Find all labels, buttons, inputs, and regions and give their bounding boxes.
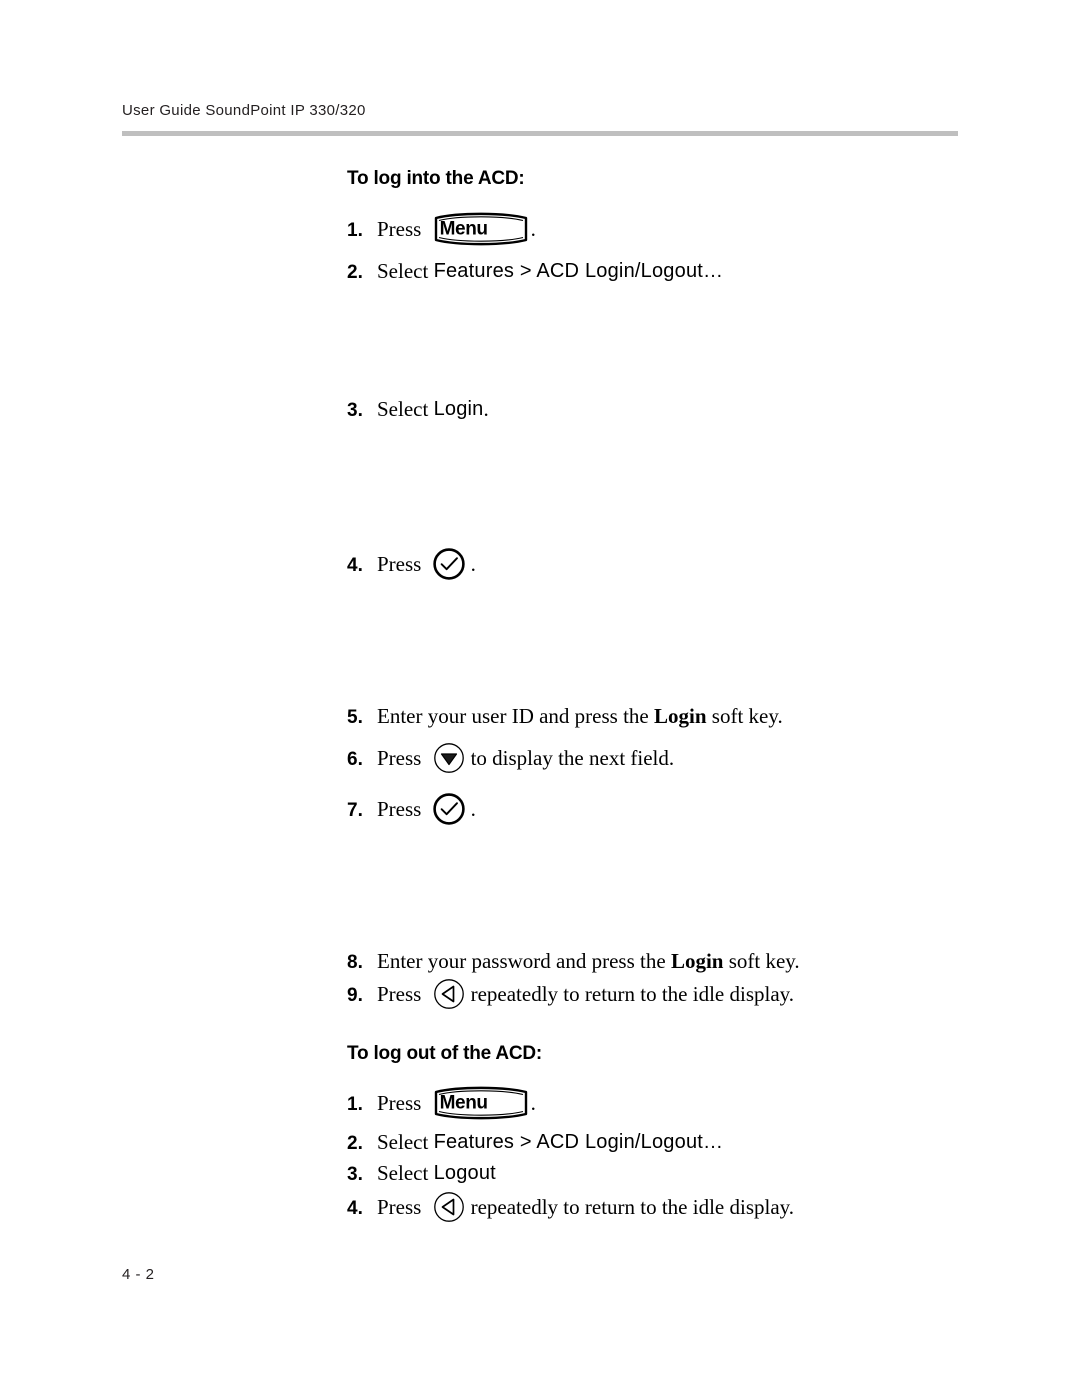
step-text-tail: soft key.	[723, 949, 800, 973]
step-number: 2.	[347, 262, 363, 283]
step-text: Press Menu.	[377, 212, 987, 246]
menu-path-text: Features > ACD Login/Logout…	[433, 1131, 724, 1153]
step-text-tail: repeatedly to return to the idle display…	[470, 982, 795, 1006]
step-text-lead: Press	[377, 552, 427, 576]
list-item: 8. Enter your password and press the Logi…	[347, 946, 987, 977]
step-text-lead: Select	[377, 1130, 434, 1154]
list-item: 9. Press repeatedly to return to the idle…	[347, 977, 987, 1011]
step-text: Press repeatedly to return to the idle d…	[377, 977, 987, 1011]
menu-path-text: Logout	[433, 1162, 496, 1184]
step-text-tail: .	[470, 797, 476, 821]
step-text: Press .	[377, 792, 987, 826]
soft-key-name: Login	[670, 949, 724, 973]
step-text-lead: Press	[377, 982, 427, 1006]
step-number: 2.	[347, 1133, 363, 1154]
step-text-tail: repeatedly to return to the idle display…	[470, 1195, 795, 1219]
step-text-lead: Press	[377, 746, 427, 770]
step-number: 3.	[347, 1164, 363, 1185]
step-text: Press Menu.	[377, 1086, 987, 1120]
step-number: 4.	[347, 1198, 363, 1219]
step-text-lead: Press	[377, 1195, 427, 1219]
list-item: 7. Press .	[347, 792, 987, 826]
soft-key-name: Login	[654, 704, 707, 728]
section-heading: To log into the ACD:	[347, 168, 525, 189]
left-arrow-key-icon[interactable]	[432, 1190, 466, 1224]
select-checkmark-key-icon[interactable]	[432, 547, 466, 581]
step-text-lead: Enter your password and press the	[377, 949, 671, 973]
step-text-tail: .	[530, 217, 536, 241]
list-item: 2. Select Features > ACD Login/Logout…	[347, 1127, 987, 1158]
menu-key-label: Menu	[439, 218, 488, 240]
list-item: 2. Select Features > ACD Login/Logout…	[347, 256, 987, 287]
step-number: 5.	[347, 707, 363, 728]
menu-hard-key-icon[interactable]: Menu	[433, 1086, 529, 1120]
list-item: 5. Enter your user ID and press the Login…	[347, 701, 987, 732]
step-text-lead: Select	[377, 397, 434, 421]
step-text: Select Features > ACD Login/Logout…	[377, 256, 987, 286]
step-text: Press repeatedly to return to the idle d…	[377, 1190, 987, 1224]
menu-hard-key-icon[interactable]: Menu	[433, 212, 529, 246]
step-text: Select Features > ACD Login/Logout…	[377, 1127, 987, 1157]
step-number: 6.	[347, 749, 363, 770]
step-text-tail: .	[470, 552, 476, 576]
menu-key-label: Menu	[439, 1092, 488, 1114]
step-text-lead: Press	[377, 797, 427, 821]
list-item: 4. Press repeatedly to return to the idle…	[347, 1190, 987, 1224]
menu-path-text: Features > ACD Login/Logout…	[433, 260, 724, 282]
list-item: 1. Press Menu.	[347, 212, 987, 246]
list-item: 1. Press Menu.	[347, 1086, 987, 1120]
step-text-lead: Select	[377, 1161, 434, 1185]
list-item: 6. Press to display the next field.	[347, 741, 987, 775]
step-number: 1.	[347, 220, 363, 241]
step-number: 9.	[347, 985, 363, 1006]
step-text-tail: .	[530, 1091, 536, 1115]
step-text-tail: .	[483, 397, 489, 421]
step-text: Press to display the next field.	[377, 741, 987, 775]
page-number: 4 - 2	[122, 1266, 155, 1283]
list-item: 4. Press .	[347, 547, 987, 581]
step-number: 4.	[347, 555, 363, 576]
step-text: Select Login.	[377, 394, 987, 424]
step-number: 8.	[347, 952, 363, 973]
list-item: 3. Select Logout	[347, 1158, 987, 1189]
step-number: 7.	[347, 800, 363, 821]
step-text-lead: Press	[377, 217, 427, 241]
menu-path-text: Login	[433, 398, 484, 420]
step-text-lead: Press	[377, 1091, 427, 1115]
step-text: Select Logout	[377, 1158, 987, 1188]
document-page: User Guide SoundPoint IP 330/320 To log …	[0, 0, 1080, 1397]
step-text-tail: soft key.	[706, 704, 783, 728]
list-item: 3. Select Login.	[347, 394, 987, 425]
left-arrow-key-icon[interactable]	[432, 977, 466, 1011]
step-text-lead: Select	[377, 259, 434, 283]
step-text-tail: to display the next field.	[470, 746, 675, 770]
step-text: Enter your user ID and press the Login s…	[377, 701, 987, 731]
section-heading: To log out of the ACD:	[347, 1043, 543, 1064]
down-arrow-key-icon[interactable]	[432, 741, 466, 775]
step-text: Enter your password and press the Login …	[377, 946, 987, 976]
step-text: Press .	[377, 547, 987, 581]
step-number: 1.	[347, 1094, 363, 1115]
running-header: User Guide SoundPoint IP 330/320	[122, 102, 366, 119]
header-rule	[122, 131, 958, 136]
step-number: 3.	[347, 400, 363, 421]
step-text-lead: Enter your user ID and press the	[377, 704, 654, 728]
select-checkmark-key-icon[interactable]	[432, 792, 466, 826]
